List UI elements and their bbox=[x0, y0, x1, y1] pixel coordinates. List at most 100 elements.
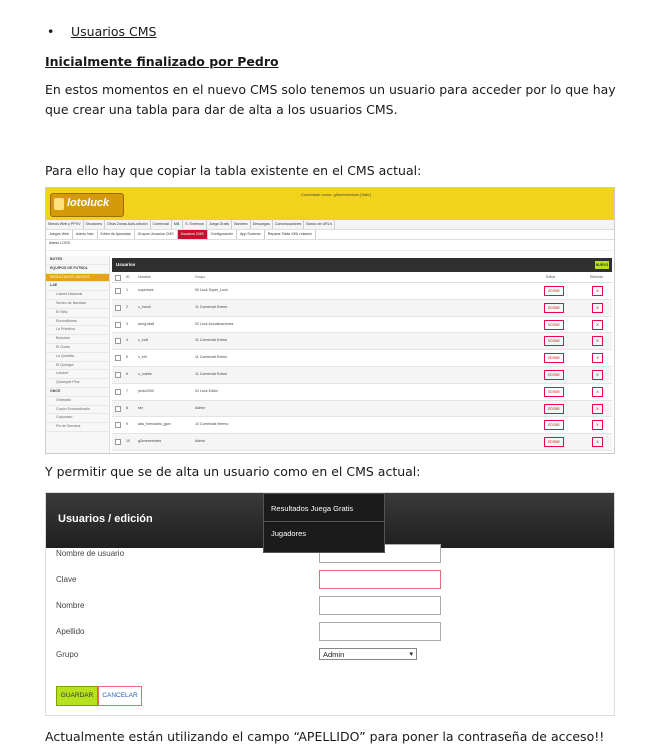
edit-button[interactable]: EDITAR bbox=[544, 437, 564, 448]
edit-button[interactable]: EDITAR bbox=[544, 369, 564, 380]
delete-button[interactable]: X bbox=[592, 319, 603, 330]
username-label: Nombre de usuario bbox=[56, 549, 125, 558]
sidebar-item[interactable]: EQUIPOS DE FUTBOL bbox=[46, 265, 109, 274]
delete-button[interactable]: X bbox=[592, 369, 603, 380]
cell-id: 2 bbox=[126, 304, 128, 309]
sidebar-item[interactable]: Cuponazo bbox=[46, 414, 109, 424]
nav-item[interactable]: Mill. bbox=[172, 220, 184, 229]
cell-group: Admin bbox=[195, 405, 206, 410]
delete-button[interactable]: X bbox=[592, 353, 603, 364]
nav-item[interactable]: Banco de URL's bbox=[304, 220, 336, 229]
group-select[interactable]: Admin ▾ bbox=[319, 648, 417, 660]
select-all-checkbox[interactable] bbox=[115, 275, 121, 281]
edit-button[interactable]: EDITAR bbox=[544, 302, 564, 313]
delete-button[interactable]: X bbox=[592, 386, 603, 397]
nav-item[interactable]: Banners bbox=[232, 220, 251, 229]
row-checkbox[interactable] bbox=[115, 288, 121, 294]
row-checkbox[interactable] bbox=[115, 439, 121, 446]
edit-button[interactable]: EDITAR bbox=[544, 336, 564, 347]
edit-button[interactable]: EDITAR bbox=[544, 319, 564, 330]
sidebar-item[interactable]: ONCE bbox=[46, 388, 109, 397]
row-checkbox[interactable] bbox=[115, 388, 121, 395]
col-delete: Eliminar bbox=[590, 275, 603, 279]
sidebar-item[interactable]: Bonoloto bbox=[46, 335, 109, 344]
subnav-item[interactable]: App Scanner bbox=[237, 230, 265, 239]
nav-item[interactable]: Juega Gratis bbox=[207, 220, 233, 229]
nav-item[interactable]: Comercial bbox=[151, 220, 172, 229]
password-label: Clave bbox=[56, 575, 77, 584]
edit-button[interactable]: EDITAR bbox=[544, 286, 564, 296]
cell-id: 10 bbox=[126, 439, 130, 444]
edit-button[interactable]: EDITAR bbox=[544, 386, 564, 397]
nav-item[interactable]: Menús Web y PPVV bbox=[46, 220, 84, 229]
sidebar-item[interactable]: Quintuple Plus bbox=[46, 379, 109, 388]
nav-item[interactable]: Descargas bbox=[251, 220, 273, 229]
sidebar-item[interactable]: BOTES bbox=[46, 256, 109, 265]
admin-logs-link[interactable]: Admin LOGS bbox=[46, 240, 614, 251]
sidebar-item[interactable]: Sorteo de Navidad bbox=[46, 300, 109, 309]
edit-button[interactable]: EDITAR bbox=[544, 353, 564, 364]
sidebar-item[interactable]: Cupón Extraordinario bbox=[46, 406, 109, 415]
subnav-item[interactable]: Juegos Web bbox=[46, 230, 73, 239]
password-input[interactable] bbox=[319, 570, 441, 589]
subnav-item[interactable]: Reparar Tabla XML relación bbox=[265, 230, 317, 239]
row-checkbox[interactable] bbox=[115, 405, 121, 412]
cancel-button[interactable]: CANCELAR bbox=[98, 686, 142, 706]
sidebar-item[interactable]: Ordinario bbox=[46, 397, 109, 406]
save-button[interactable]: GUARDAR bbox=[56, 686, 98, 706]
dropdown-menu: Resultados Juega Gratis Jugadores bbox=[263, 493, 385, 553]
row-checkbox[interactable] bbox=[115, 422, 121, 429]
sidebar-item[interactable]: RESULTADOS JUEGOS bbox=[46, 273, 109, 283]
sidebar-item[interactable]: Fin de Semana bbox=[46, 423, 109, 432]
delete-button[interactable]: X bbox=[592, 286, 603, 296]
menu-item-jugadores[interactable]: Jugadores bbox=[264, 522, 384, 546]
nav-item[interactable]: Comunicaciones bbox=[273, 220, 305, 229]
delete-button[interactable]: X bbox=[592, 437, 603, 448]
row-checkbox[interactable] bbox=[115, 371, 121, 378]
group-label: Grupo bbox=[56, 650, 79, 659]
sidebar-item[interactable]: Lotería Nacional bbox=[46, 291, 109, 300]
table-row: 8 ser Admin EDITAR X bbox=[112, 400, 612, 418]
delete-button[interactable]: X bbox=[592, 403, 603, 414]
sidebar-item[interactable]: LAE bbox=[46, 282, 109, 292]
subnav-item[interactable]: Editor de Apuestas bbox=[98, 230, 135, 239]
note-paragraph: Actualmente están utilizando el campo “A… bbox=[45, 729, 605, 744]
cell-group: Admin bbox=[195, 439, 206, 444]
sidebar-item[interactable]: La Primitiva bbox=[46, 326, 109, 336]
row-checkbox[interactable] bbox=[115, 321, 121, 328]
lotoluck-logo: lotoluck bbox=[50, 193, 124, 217]
edit-button[interactable]: EDITAR bbox=[544, 403, 564, 414]
nav-item[interactable]: Otras Zonas Auto-edición bbox=[105, 220, 151, 229]
name-input[interactable] bbox=[319, 596, 441, 615]
cell-name: amrg1da8 bbox=[138, 321, 155, 326]
row-checkbox[interactable] bbox=[115, 338, 121, 345]
sidebar-item[interactable]: La Quiniela bbox=[46, 353, 109, 362]
table-row: 6 c_coetre 11 Comercial Extern EDITAR X bbox=[112, 366, 612, 384]
surname-input[interactable] bbox=[319, 622, 441, 641]
subnav-item[interactable]: Usuarios CMS bbox=[177, 230, 208, 239]
edit-button[interactable]: EDITAR bbox=[544, 420, 564, 431]
nav-item[interactable]: S. Externos bbox=[183, 220, 207, 229]
sidebar-item[interactable]: El Gordo bbox=[46, 344, 109, 353]
new-button[interactable]: NUEVO bbox=[595, 261, 609, 269]
sidebar-item[interactable]: Euromillones bbox=[46, 318, 109, 327]
subnav-item[interactable]: Configuración bbox=[208, 230, 237, 239]
row-checkbox[interactable] bbox=[115, 304, 121, 311]
sidebar-item[interactable]: El Niño bbox=[46, 309, 109, 318]
subnav-item[interactable]: Grupos Usuarios CMS bbox=[135, 230, 178, 239]
subnav-item[interactable]: Admin Nav bbox=[73, 230, 98, 239]
delete-button[interactable]: X bbox=[592, 420, 603, 431]
delete-button[interactable]: X bbox=[592, 302, 603, 313]
cell-id: 6 bbox=[126, 371, 128, 376]
sidebar-item[interactable]: Lototurf bbox=[46, 370, 109, 380]
cell-group: 11 Comercial Extern bbox=[195, 304, 228, 309]
nav-item[interactable]: Secciones bbox=[84, 220, 106, 229]
cell-name: superluck bbox=[138, 288, 154, 292]
sidebar-item[interactable]: El Quinigol bbox=[46, 362, 109, 371]
intro-paragraph: En estos momentos en el nuevo CMS solo t… bbox=[45, 82, 616, 117]
delete-button[interactable]: X bbox=[592, 336, 603, 347]
connected-as: Conectado como: g3oneservices [Salir] bbox=[301, 192, 371, 197]
cell-group: 11 Comercial Extern bbox=[195, 371, 228, 376]
menu-item-resultados-juega-gratis[interactable]: Resultados Juega Gratis bbox=[264, 497, 384, 522]
row-checkbox[interactable] bbox=[115, 355, 121, 362]
